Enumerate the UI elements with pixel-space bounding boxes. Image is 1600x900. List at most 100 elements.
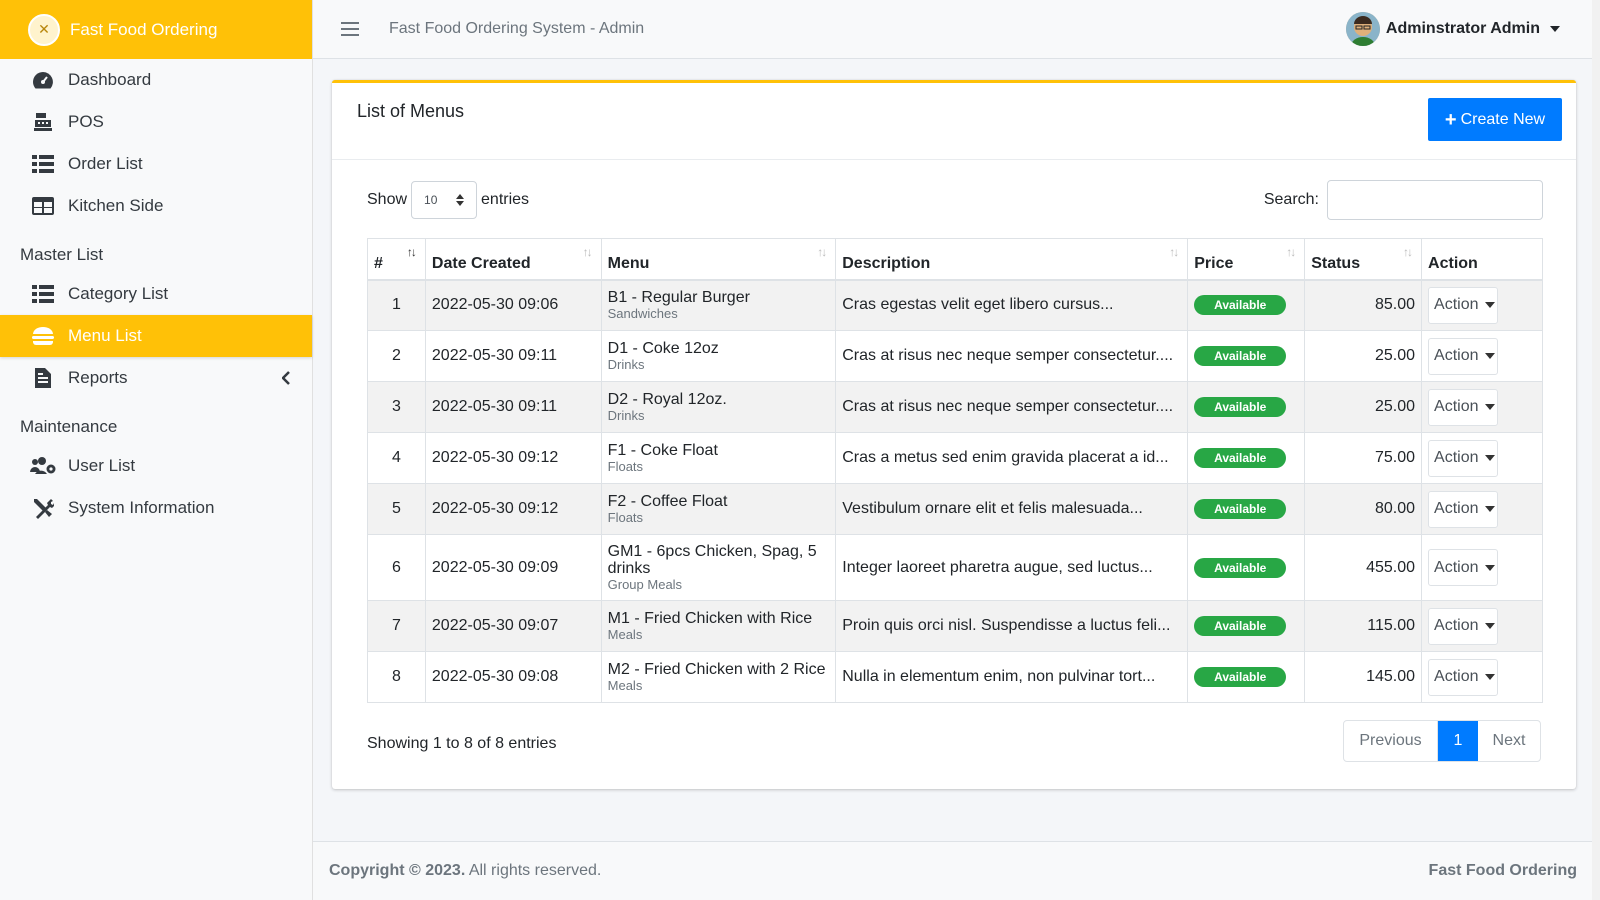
description-text: Integer laoreet pharetra augue, sed luct… [842,558,1153,576]
table-row: 2 2022-05-30 09:11 D1 - Coke 12oz Drinks Cra… [367,330,1543,382]
cell-status: Available [1187,600,1306,652]
brand-name: Fast Food Ordering [70,19,218,39]
sidebar-item-pos[interactable]: POS [0,101,312,143]
description-text: Cras at risus nec neque semper consectet… [842,347,1174,364]
cell-action: Action [1421,651,1543,703]
sidebar-item-kitchen-side[interactable]: Kitchen Side [0,185,312,227]
card-header: List of Menus + Create New [332,83,1576,160]
cell-status: Available [1187,381,1306,433]
gauge-icon [30,69,56,91]
entries-value: 10 [424,193,438,207]
description-text: Proin quis orci nisl. Suspendisse a luct… [842,617,1171,634]
caret-down-icon [1484,353,1495,359]
sidebar-item-label: Dashboard [68,70,152,89]
cell-status: Available [1187,279,1306,331]
table-body: 1 2022-05-30 09:06 B1 - Regular Burger Sand… [367,279,1543,703]
sidebar-nav: Dashboard POS Order List Kitchen Side Ma… [0,59,312,529]
status-badge: Available [1194,616,1287,636]
cell-price: 25.00 [1304,330,1423,382]
table-row: 1 2022-05-30 09:06 B1 - Regular Burger Sand… [367,279,1543,331]
cell-num: 4 [367,432,426,484]
menu-category: Drinks [607,407,645,423]
col-header-price[interactable]: Price ↑↓ [1187,238,1306,281]
cell-action: Action [1421,432,1543,484]
menu-name: B1 - Regular Burger [607,288,750,306]
sidebar-item-system-information[interactable]: System Information [0,487,312,529]
previous-button[interactable]: Previous [1344,721,1438,761]
brand-link[interactable]: ✕ Fast Food Ordering [0,0,312,59]
description-text: Cras at risus nec neque semper consectet… [842,398,1174,415]
next-button[interactable]: Next [1478,721,1540,761]
caret-down-icon [1484,404,1495,410]
sidebar-item-dashboard[interactable]: Dashboard [0,59,312,101]
sidebar-item-reports[interactable]: Reports [0,357,312,399]
action-dropdown-button[interactable]: Action [1428,388,1499,426]
cell-date: 2022-05-30 09:09 [424,534,602,601]
cell-num: 3 [367,381,426,433]
sidebar-item-menu-list[interactable]: Menu List [0,315,312,357]
menu-name: F1 - Coke Float [607,441,718,459]
status-badge: Available [1194,397,1287,417]
status-badge: Available [1194,499,1287,519]
sidebar-item-label: Reports [68,368,128,387]
cell-description: Cras egestas velit eget libero cursus... [835,279,1189,331]
user-menu[interactable]: Adminstrator Admin [1345,12,1560,46]
action-dropdown-button[interactable]: Action [1428,607,1499,645]
cell-status: Available [1187,651,1306,703]
col-header-description[interactable]: Description ↑↓ [835,238,1189,281]
table-row: 4 2022-05-30 09:12 F1 - Coke Float Floats Cr… [367,432,1543,484]
action-dropdown-button[interactable]: Action [1428,549,1499,586]
brand-logo-icon: ✕ [28,13,60,46]
caret-down-icon [1484,564,1495,571]
cell-description: Integer laoreet pharetra augue, sed luct… [835,534,1189,601]
cell-status: Available [1187,330,1306,382]
sidebar-item-label: System Information [68,498,215,517]
action-dropdown-button[interactable]: Action [1428,490,1499,528]
action-dropdown-button[interactable]: Action [1428,439,1499,477]
sidebar-item-label: Order List [68,154,143,173]
page-1-button[interactable]: 1 [1438,721,1478,761]
col-header-menu[interactable]: Menu ↑↓ [600,238,837,281]
sort-icon: ↑↓ [817,245,827,259]
menu-category: Floats [607,458,644,474]
col-header-num[interactable]: # ↑↓ [367,238,426,281]
system-title: Fast Food Ordering System - Admin [389,20,645,37]
action-dropdown-button[interactable]: Action [1428,337,1499,375]
cell-menu: D1 - Coke 12oz Drinks [600,330,837,382]
table-row: 6 2022-05-30 09:09 GM1 - 6pcs Chicken, Spa… [367,534,1543,601]
sidebar-item-category-list[interactable]: Category List [0,273,312,315]
pagination: Previous 1 Next [1343,720,1541,762]
table-row: 7 2022-05-30 09:07 M1 - Fried Chicken with… [367,600,1543,652]
cell-status: Available [1187,483,1306,535]
cell-date: 2022-05-30 09:08 [424,651,602,703]
caret-down-icon [1484,623,1495,629]
cell-price: 85.00 [1304,279,1423,331]
action-dropdown-button[interactable]: Action [1428,286,1499,324]
sidebar-item-label: Category List [68,284,169,303]
caret-down-icon [1550,26,1560,32]
page-scrollbar[interactable] [1592,0,1600,900]
footer-brand: Fast Food Ordering [1428,862,1577,879]
create-new-button[interactable]: + Create New [1428,98,1562,141]
cell-action: Action [1421,483,1543,535]
entries-select[interactable]: 10 [411,181,478,219]
sidebar-item-order-list[interactable]: Order List [0,143,312,185]
menu-toggle-icon[interactable] [341,22,359,36]
cell-date: 2022-05-30 09:11 [424,330,602,382]
cell-status: Available [1187,534,1306,601]
avatar [1345,12,1380,46]
sidebar-item-label: User List [68,456,136,475]
menu-category: Meals [607,677,643,693]
col-header-date[interactable]: Date Created ↑↓ [424,238,602,281]
action-dropdown-button[interactable]: Action [1428,658,1499,696]
plus-icon: + [1444,108,1457,131]
sort-icon: ↑↓ [1169,245,1179,259]
cell-menu: B1 - Regular Burger Sandwiches [600,279,837,331]
menu-name: GM1 - 6pcs Chicken, Spag, 5 drinks [607,542,817,577]
cell-menu: F2 - Coffee Float Floats [600,483,837,535]
search-input[interactable] [1327,180,1543,220]
hamburger-food-icon [30,325,56,347]
sidebar-item-user-list[interactable]: User List [0,445,312,487]
menu-name: D2 - Royal 12oz. [607,390,727,408]
col-header-status[interactable]: Status ↑↓ [1304,238,1423,281]
